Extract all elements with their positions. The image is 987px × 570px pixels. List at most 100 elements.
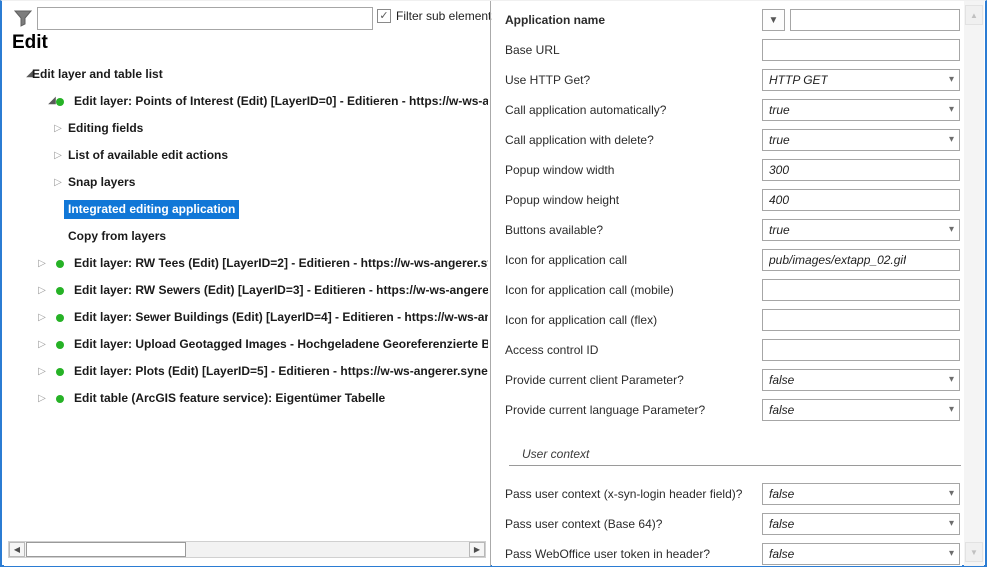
edit-configuration-window: ✓ Filter sub elements Edit ◢ Edit layer a… <box>0 0 987 567</box>
form-input[interactable]: 300 <box>762 159 960 181</box>
section-divider <box>509 465 961 466</box>
form-row: Use HTTP Get? HTTP GET ▾ <box>492 69 962 91</box>
form-row: Call application automatically? true ▾ <box>492 99 962 121</box>
tree-item[interactable]: ▷ Edit layer: Sewer Buildings (Edit) [Lay… <box>4 304 488 331</box>
tree-item[interactable]: ▷ Edit layer: RW Sewers (Edit) [LayerID=3… <box>4 277 488 304</box>
tree-item-label[interactable]: Copy from layers <box>64 227 170 246</box>
tree-collapsed-icon[interactable]: ▷ <box>34 358 50 385</box>
tree-item[interactable]: ▷ Snap layers <box>4 169 488 196</box>
arrow-down-icon[interactable]: ▼ <box>965 542 983 562</box>
chevron-down-icon[interactable]: ▾ <box>949 518 954 529</box>
tree-item[interactable]: ▷ Editing fields <box>4 115 488 142</box>
chevron-down-icon[interactable]: ▾ <box>949 404 954 415</box>
layer-status-dot-icon <box>56 287 64 295</box>
tree-collapsed-icon[interactable]: ▷ <box>34 304 50 331</box>
arrow-left-icon[interactable]: ◀ <box>9 542 25 557</box>
chevron-down-icon[interactable]: ▾ <box>949 548 954 559</box>
tree-item[interactable]: ◢ Edit layer: Points of Interest (Edit) [… <box>4 88 488 115</box>
tree-item[interactable]: ▷ List of available edit actions <box>4 142 488 169</box>
form-dropdown[interactable]: true ▾ <box>762 219 960 241</box>
form-row: Icon for application call (mobile) <box>492 279 962 301</box>
filter-sub-elements-checkbox[interactable]: ✓ Filter sub elements <box>377 9 497 23</box>
form-row: Pass WebOffice user token in header? fals… <box>492 543 962 565</box>
form-row: Icon for application call (flex) <box>492 309 962 331</box>
field-value: false <box>769 403 795 417</box>
tree-collapsed-icon[interactable]: ▷ <box>34 277 50 304</box>
form-label: Base URL <box>505 43 560 57</box>
form-input[interactable] <box>762 339 960 361</box>
tree-item-label[interactable]: Edit layer: Upload Geotagged Images - Ho… <box>70 335 488 354</box>
form-row: Application name ▼ <box>492 9 962 31</box>
tree-item[interactable]: Integrated editing application <box>4 196 488 223</box>
tree-item-label[interactable]: Edit layer: Plots (Edit) [LayerID=5] - E… <box>70 362 488 381</box>
form-dropdown[interactable]: HTTP GET ▾ <box>762 69 960 91</box>
form-input[interactable] <box>762 279 960 301</box>
horizontal-scrollbar[interactable]: ◀ ▶ <box>8 541 486 558</box>
tree-collapsed-icon[interactable]: ▷ <box>34 385 50 412</box>
arrow-up-icon[interactable]: ▲ <box>965 5 983 25</box>
tree-item-label[interactable]: Edit layer and table list <box>28 65 167 84</box>
form-label: Call application with delete? <box>505 133 654 147</box>
form-dropdown[interactable]: false ▾ <box>762 483 960 505</box>
tree-item[interactable]: ◢ Edit layer and table list <box>4 61 488 88</box>
chevron-down-icon[interactable]: ▾ <box>949 134 954 145</box>
form-row: Provide current client Parameter? false ▾ <box>492 369 962 391</box>
field-value: true <box>769 133 790 147</box>
tree-item-label[interactable]: Edit layer: RW Tees (Edit) [LayerID=2] -… <box>70 254 488 273</box>
layer-status-dot-icon <box>56 368 64 376</box>
form-row: Provide current language Parameter? false… <box>492 399 962 421</box>
form-label: Pass user context (Base 64)? <box>505 517 663 531</box>
tree-collapsed-icon[interactable]: ▷ <box>34 331 50 358</box>
tree-item-label[interactable]: Edit table (ArcGIS feature service): Eig… <box>70 389 389 408</box>
form-label: Access control ID <box>505 343 599 357</box>
layer-status-dot-icon <box>56 260 64 268</box>
field-value: 300 <box>769 163 790 177</box>
tree-item-label[interactable]: Edit layer: Points of Interest (Edit) [L… <box>70 92 488 111</box>
filter-input[interactable] <box>37 7 373 30</box>
form-label: Provide current client Parameter? <box>505 373 684 387</box>
tree-item-label[interactable]: List of available edit actions <box>64 146 232 165</box>
checkbox-check-icon[interactable]: ✓ <box>377 9 391 23</box>
chevron-down-icon[interactable]: ▾ <box>949 104 954 115</box>
form-dropdown[interactable]: false ▾ <box>762 543 960 565</box>
form-label: Provide current language Parameter? <box>505 403 706 417</box>
form-dropdown[interactable]: false ▾ <box>762 399 960 421</box>
form-label: Icon for application call <box>505 253 628 267</box>
form-input[interactable]: pub/images/extapp_02.gif <box>762 249 960 271</box>
tree-item[interactable]: ▷ Edit layer: Plots (Edit) [LayerID=5] - … <box>4 358 488 385</box>
form-row: Pass user context (x-syn-login header fi… <box>492 483 962 505</box>
chevron-down-icon[interactable]: ▼ <box>762 9 785 31</box>
tree-item[interactable]: Copy from layers <box>4 223 488 250</box>
form-input[interactable] <box>762 39 960 61</box>
scrollbar-thumb[interactable] <box>26 542 186 557</box>
form-label: Popup window height <box>505 193 620 207</box>
layer-status-dot-icon <box>56 314 64 322</box>
tree-item[interactable]: ▷ Edit layer: RW Tees (Edit) [LayerID=2] … <box>4 250 488 277</box>
form-dropdown[interactable]: false ▾ <box>762 369 960 391</box>
tree-item[interactable]: ▷ Edit table (ArcGIS feature service): Ei… <box>4 385 488 412</box>
tree-item-label-selected[interactable]: Integrated editing application <box>64 200 240 219</box>
tree-item[interactable]: ▷ Edit layer: Upload Geotagged Images - H… <box>4 331 488 358</box>
chevron-down-icon[interactable]: ▾ <box>949 488 954 499</box>
form-input[interactable]: 400 <box>762 189 960 211</box>
tree-collapsed-icon[interactable]: ▷ <box>34 250 50 277</box>
form-dropdown[interactable]: true ▾ <box>762 129 960 151</box>
form-input[interactable] <box>762 309 960 331</box>
edit-tree-panel: ✓ Filter sub elements Edit ◢ Edit layer a… <box>4 1 497 566</box>
arrow-right-icon[interactable]: ▶ <box>469 542 485 557</box>
form-dropdown[interactable]: true ▾ <box>762 99 960 121</box>
tree-item-label[interactable]: Edit layer: RW Sewers (Edit) [LayerID=3]… <box>70 281 488 300</box>
chevron-down-icon[interactable]: ▾ <box>949 74 954 85</box>
tree-item-label[interactable]: Edit layer: Sewer Buildings (Edit) [Laye… <box>70 308 488 327</box>
form-label: Icon for application call (flex) <box>505 313 658 327</box>
chevron-down-icon[interactable]: ▾ <box>949 224 954 235</box>
chevron-down-icon[interactable]: ▾ <box>949 374 954 385</box>
tree-item-label[interactable]: Editing fields <box>64 119 147 138</box>
form-dropdown[interactable]: false ▾ <box>762 513 960 535</box>
form-row: Pass user context (Base 64)? false ▾ <box>492 513 962 535</box>
tree-item-label[interactable]: Snap layers <box>64 173 139 192</box>
form-input[interactable] <box>790 9 960 31</box>
form-label: Buttons available? <box>505 223 604 237</box>
vertical-scrollbar[interactable]: ▲ ▼ <box>964 1 984 566</box>
filter-funnel-icon <box>13 10 33 27</box>
